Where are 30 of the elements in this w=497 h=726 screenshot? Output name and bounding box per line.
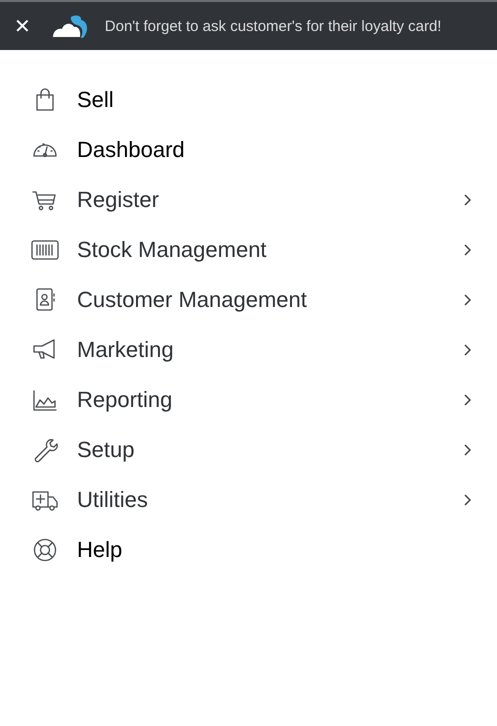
- menu-item[interactable]: Marketing: [0, 325, 497, 375]
- menu-item[interactable]: Register: [0, 175, 497, 225]
- menu-item[interactable]: Sell: [0, 75, 497, 125]
- chevron-right-icon: [463, 444, 471, 456]
- menu-label: Dashboard: [77, 137, 186, 163]
- menu-label: Reporting: [77, 387, 174, 413]
- menu-label: Setup: [77, 437, 136, 463]
- menu-item[interactable]: Setup: [0, 425, 497, 475]
- chevron-right-icon: [463, 194, 471, 206]
- lifebuoy-icon: [31, 536, 59, 564]
- menu-label: Stock Management: [77, 237, 268, 263]
- menu-label: Register: [77, 187, 160, 213]
- banner-message: Don't forget to ask customer's for their loyalty card!: [104, 18, 442, 34]
- menu-label: Marketing: [77, 337, 175, 363]
- menu-label: Sell: [77, 87, 115, 113]
- chevron-right-icon: [463, 244, 471, 256]
- close-button[interactable]: ✕: [0, 14, 43, 38]
- menu-label: Utilities: [77, 487, 149, 513]
- menu-item[interactable]: Reporting: [0, 375, 497, 425]
- menu-label: Help: [77, 537, 124, 563]
- chevron-right-icon: [463, 494, 471, 506]
- menu-item[interactable]: Dashboard: [0, 125, 497, 175]
- menu-item[interactable]: Customer Management: [0, 275, 497, 325]
- chevron-right-icon: [463, 344, 471, 356]
- chevron-right-icon: [463, 294, 471, 306]
- menu-item[interactable]: Utilities: [0, 475, 497, 525]
- menu-label: Customer Management: [77, 287, 308, 313]
- menu-item[interactable]: Stock Management: [0, 225, 497, 275]
- menu-item[interactable]: Help: [0, 525, 497, 575]
- chevron-right-icon: [463, 394, 471, 406]
